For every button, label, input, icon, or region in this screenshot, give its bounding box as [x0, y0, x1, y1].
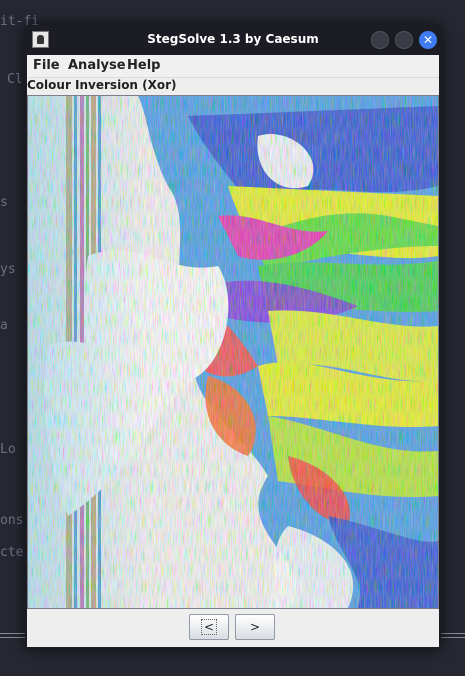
background-text: s	[0, 195, 8, 210]
background-text: ys	[0, 262, 16, 277]
title-bar[interactable]: StegSolve 1.3 by Caesum ✕	[25, 25, 441, 55]
processed-image	[28, 96, 438, 608]
view-mode-label: Colour Inversion (Xor)	[27, 78, 177, 92]
next-button[interactable]: >	[235, 614, 275, 640]
stegsolve-window: StegSolve 1.3 by Caesum ✕ File Analyse H…	[25, 25, 441, 649]
background-text: Cl	[7, 72, 23, 87]
previous-button[interactable]: <	[189, 614, 229, 640]
background-text: ons	[0, 513, 24, 528]
image-view	[27, 95, 439, 609]
maximize-button[interactable]	[395, 31, 413, 49]
close-button[interactable]: ✕	[419, 31, 437, 49]
menu-file[interactable]: File	[33, 58, 60, 73]
menu-help[interactable]: Help	[127, 58, 160, 73]
background-text: cte	[0, 545, 24, 560]
menu-analyse[interactable]: Analyse	[68, 58, 126, 73]
previous-button-label: <	[200, 619, 218, 635]
background-text: Lo	[0, 442, 16, 457]
navigation-bar: < >	[27, 610, 439, 647]
menu-bar: File Analyse Help	[27, 55, 439, 78]
minimize-button[interactable]	[371, 31, 389, 49]
window-content: File Analyse Help Colour Inversion (Xor)	[27, 55, 439, 647]
background-text: a	[0, 318, 8, 333]
